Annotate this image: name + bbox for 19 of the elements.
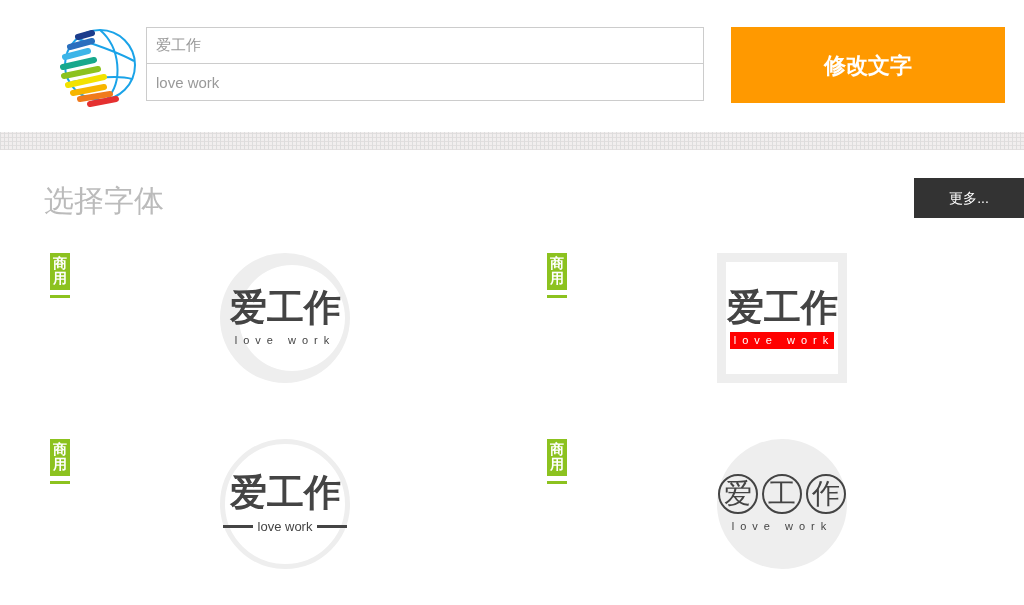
commercial-tag: 商用 (547, 439, 567, 476)
text-field[interactable]: love work (146, 64, 704, 101)
logo-subtitle: love work (729, 332, 835, 349)
text-field[interactable]: 爱工作 (146, 27, 704, 64)
logo-subtitle: love work (731, 518, 833, 534)
logo-title: 爱工作 (229, 471, 341, 513)
logo-title: 爱工作 (229, 287, 341, 329)
circled-character: 作 (806, 473, 846, 514)
circled-character: 爱 (718, 473, 758, 514)
section-title: 选择字体 (44, 183, 164, 219)
circled-character: 工 (762, 473, 802, 514)
commercial-tag: 商用 (50, 439, 70, 476)
logo-subtitle: love work (234, 333, 336, 349)
more-button[interactable]: 更多... (914, 178, 1024, 218)
commercial-tag: 商用 (50, 253, 70, 290)
logo-title: 爱工作 (726, 287, 838, 329)
apply-button[interactable]: 修改文字 (731, 27, 1005, 103)
commercial-tag: 商用 (547, 253, 567, 290)
logo-subtitle: love work (257, 517, 313, 536)
